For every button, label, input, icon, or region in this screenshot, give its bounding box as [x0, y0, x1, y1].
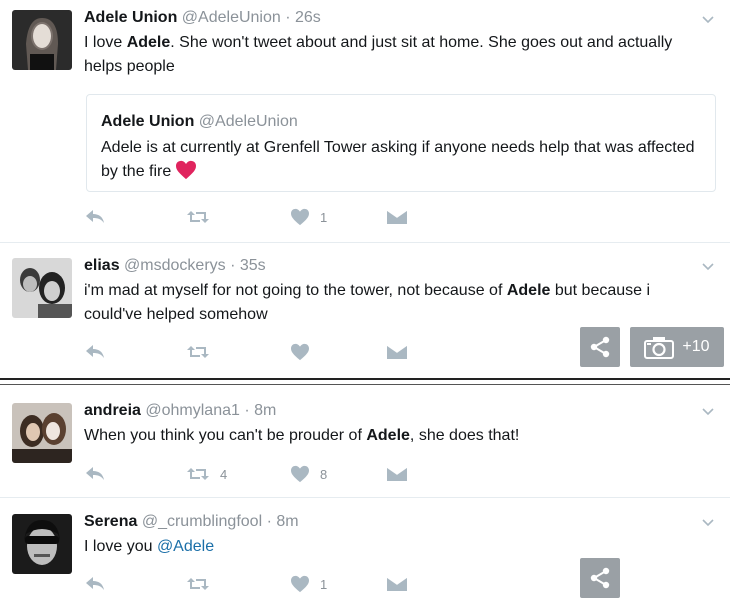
avatar[interactable]	[12, 514, 72, 574]
retweet-count: 4	[220, 466, 228, 482]
user-handle[interactable]: @msdockerys	[124, 257, 226, 274]
mention-link[interactable]: @Adele	[157, 538, 214, 555]
share-button[interactable]	[580, 327, 620, 367]
envelope-icon	[386, 576, 408, 591]
photo-count: +10	[682, 338, 710, 355]
reply-button[interactable]	[84, 462, 106, 486]
timestamp[interactable]: 35s	[240, 257, 266, 274]
user-handle[interactable]: @AdeleUnion	[182, 9, 281, 26]
heart-icon	[291, 575, 309, 593]
share-icon	[590, 336, 610, 358]
tweet-actions: 4 8	[84, 462, 504, 486]
envelope-icon	[386, 344, 408, 359]
direct-message-button[interactable]	[386, 340, 408, 364]
share-icon	[590, 567, 610, 589]
retweet-button[interactable]	[186, 340, 210, 364]
heart-icon	[291, 208, 309, 226]
reply-button[interactable]	[84, 205, 106, 229]
tweet-actions: 1	[84, 205, 504, 229]
user-handle[interactable]: @_crumblingfool	[142, 513, 262, 530]
quote-text: Adele is at currently at Grenfell Tower …	[101, 139, 695, 180]
tweet-actions: 1	[84, 572, 504, 596]
tweet-header: Adele Union @AdeleUnion · 26s	[84, 9, 321, 26]
section-separator	[0, 378, 730, 380]
share-button[interactable]	[580, 558, 620, 598]
envelope-icon	[386, 209, 408, 224]
retweet-button[interactable]	[186, 205, 210, 229]
section-separator	[0, 384, 730, 385]
timestamp[interactable]: 8m	[254, 402, 276, 419]
like-button[interactable]: 1	[290, 572, 327, 596]
direct-message-button[interactable]	[386, 205, 408, 229]
quote-header: Adele Union @AdeleUnion	[101, 112, 298, 132]
camera-icon	[644, 337, 675, 359]
retweet-button[interactable]	[186, 572, 210, 596]
tweet-3[interactable]: andreia @ohmylana1 · 8m When you think y…	[0, 386, 730, 496]
chevron-down-icon[interactable]	[698, 10, 718, 30]
reply-icon	[86, 467, 104, 480]
like-button[interactable]: 8	[290, 462, 327, 486]
tweet-text: When you think you can't be prouder of A…	[84, 427, 520, 444]
reply-button[interactable]	[84, 572, 106, 596]
tweet-2[interactable]: elias @msdockerys · 35s i'm mad at mysel…	[0, 243, 730, 376]
tweet-text: I love you @Adele	[84, 538, 215, 555]
retweet-button[interactable]: 4	[186, 462, 227, 486]
retweet-icon	[187, 211, 209, 223]
tweet-text: i'm mad at myself for not going to the t…	[84, 282, 651, 323]
heart-icon	[291, 343, 309, 361]
tweet-header: Serena @_crumblingfool · 8m	[84, 513, 299, 530]
like-count: 1	[320, 209, 328, 225]
reply-icon	[86, 577, 104, 590]
like-button[interactable]	[290, 340, 310, 364]
tweet-header: elias @msdockerys · 35s	[84, 257, 266, 274]
like-count: 8	[320, 466, 328, 482]
avatar[interactable]	[12, 258, 72, 318]
retweet-icon	[187, 346, 209, 358]
display-name[interactable]: andreia	[84, 402, 141, 419]
reply-icon	[86, 345, 104, 358]
reply-button[interactable]	[84, 340, 106, 364]
quote-handle: @AdeleUnion	[198, 113, 298, 130]
reply-icon	[86, 210, 104, 223]
heart-icon	[291, 465, 309, 483]
envelope-icon	[386, 466, 408, 481]
direct-message-button[interactable]	[386, 572, 408, 596]
like-count: 1	[320, 576, 328, 592]
avatar[interactable]	[12, 403, 72, 463]
display-name[interactable]: Serena	[84, 513, 137, 530]
chevron-down-icon[interactable]	[698, 257, 718, 277]
retweet-icon	[187, 468, 209, 480]
heart-emoji-icon	[176, 160, 197, 180]
tweet-text: I love Adele. She won't tweet about and …	[84, 34, 673, 75]
chevron-down-icon[interactable]	[698, 513, 718, 533]
quote-display-name: Adele Union	[101, 113, 195, 130]
timestamp[interactable]: 26s	[295, 9, 321, 26]
tweet-4[interactable]: Serena @_crumblingfool · 8m I love you @…	[0, 498, 730, 600]
retweet-icon	[187, 578, 209, 590]
display-name[interactable]: elias	[84, 257, 120, 274]
tweet-actions	[84, 340, 504, 364]
photos-button[interactable]: +10	[630, 327, 724, 367]
like-button[interactable]: 1	[290, 205, 327, 229]
chevron-down-icon[interactable]	[698, 402, 718, 422]
tweet-1[interactable]: Adele Union @AdeleUnion · 26s I love Ade…	[0, 0, 730, 242]
user-handle[interactable]: @ohmylana1	[145, 402, 240, 419]
display-name[interactable]: Adele Union	[84, 9, 177, 26]
direct-message-button[interactable]	[386, 462, 408, 486]
tweet-header: andreia @ohmylana1 · 8m	[84, 402, 277, 419]
quoted-tweet[interactable]: Adele Union @AdeleUnion Adele is at curr…	[86, 94, 716, 192]
timestamp[interactable]: 8m	[276, 513, 298, 530]
avatar[interactable]	[12, 10, 72, 70]
